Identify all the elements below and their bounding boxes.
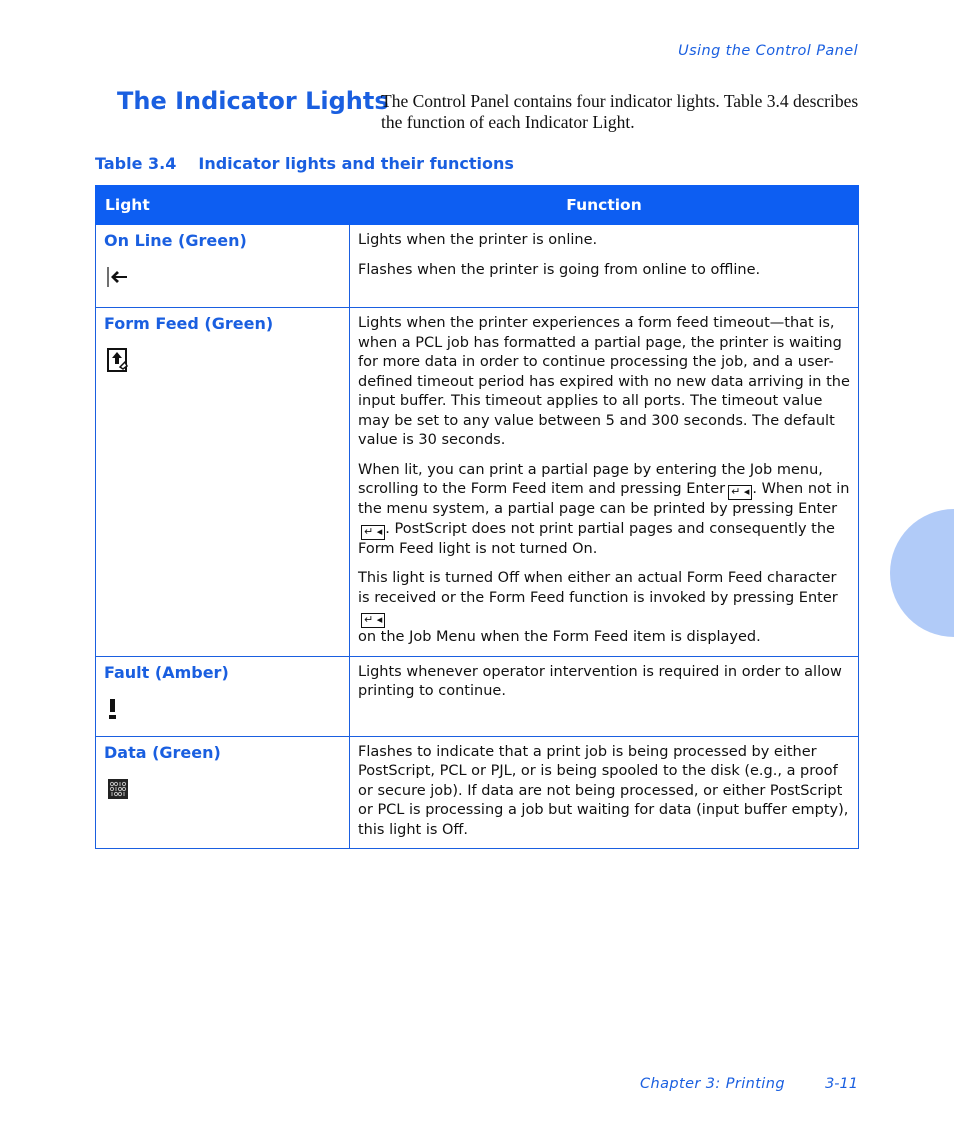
fault-exclamation-icon	[104, 697, 341, 721]
function-text-part: . PostScript does not print partial page…	[358, 520, 835, 557]
column-header-function: Function	[349, 185, 859, 225]
function-cell: Flashes to indicate that a print job is …	[349, 735, 859, 849]
light-name: Form Feed (Green)	[104, 314, 274, 333]
table-row: Data (Green) Flashes to indicate that a …	[95, 735, 859, 849]
function-text: This light is turned Off when either an …	[358, 569, 850, 648]
page-number: 3-11	[825, 1076, 858, 1092]
enter-key-icon: ↵ ◂	[728, 485, 753, 500]
table-row: On Line (Green) Lights when the printer …	[95, 224, 859, 308]
light-cell: Form Feed (Green)	[95, 307, 350, 657]
function-cell: Lights when the printer is online. Flash…	[349, 224, 859, 308]
light-name: Fault (Amber)	[104, 662, 229, 682]
function-text-part: This light is turned Off when either an …	[358, 570, 838, 606]
table-header-row: Light Function	[95, 185, 859, 225]
function-cell: Lights when the printer experiences a fo…	[349, 307, 859, 657]
function-cell: Lights whenever operator intervention is…	[349, 655, 859, 737]
footer-chapter: Chapter 3: Printing	[640, 1076, 785, 1092]
light-name: On Line (Green)	[104, 231, 247, 250]
function-text: When lit, you can print a partial page b…	[358, 461, 850, 560]
form-feed-page-icon	[104, 348, 341, 372]
running-header: Using the Control Panel	[678, 43, 858, 59]
enter-key-icon: ↵ ◂	[361, 613, 386, 628]
indicator-lights-table: Light Function On Line (Green) Lights wh…	[95, 185, 859, 849]
light-name: Data (Green)	[104, 742, 221, 762]
column-header-light: Light	[95, 185, 350, 225]
chapter-side-tab	[890, 509, 954, 637]
function-text: Flashes to indicate that a print job is …	[358, 743, 849, 838]
section-title: The Indicator Lights	[117, 87, 389, 115]
light-cell: Data (Green)	[95, 735, 350, 849]
function-text: Lights whenever operator intervention is…	[358, 663, 842, 700]
light-cell: Fault (Amber)	[95, 655, 350, 737]
online-arrow-icon	[104, 265, 341, 289]
table-row: Form Feed (Green) Lights when the printe…	[95, 307, 859, 657]
function-text-part: on the Job Menu when the Form Feed item …	[358, 629, 761, 645]
enter-key-icon: ↵ ◂	[361, 524, 386, 540]
table-caption-title: Indicator lights and their functions	[198, 154, 514, 173]
table-caption: Table 3.4 Indicator lights and their func…	[95, 154, 514, 173]
table-number: Table 3.4	[95, 154, 177, 173]
light-cell: On Line (Green)	[95, 224, 350, 308]
function-text: Lights when the printer is online.	[358, 232, 598, 248]
table-row: Fault (Amber) Lights whenever operator i…	[95, 655, 859, 737]
section-intro: The Control Panel contains four indicato…	[381, 91, 859, 132]
function-text: Flashes when the printer is going from o…	[358, 261, 761, 278]
function-text: Lights when the printer experiences a fo…	[358, 315, 850, 448]
data-binary-icon	[104, 777, 341, 801]
